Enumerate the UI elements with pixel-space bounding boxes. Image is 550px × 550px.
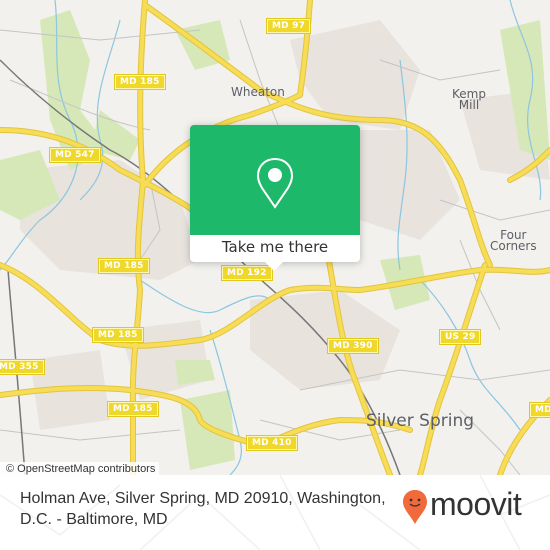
footer: Holman Ave, Silver Spring, MD 20910, Was…	[0, 475, 550, 550]
address-text: Holman Ave, Silver Spring, MD 20910, Was…	[20, 490, 386, 528]
road-shield: MD 547	[49, 147, 101, 163]
popup-header	[190, 125, 360, 235]
road-shield: MD 390	[327, 338, 379, 354]
take-me-there-button[interactable]: Take me there	[190, 235, 360, 262]
road-shield: MD 185	[114, 74, 166, 90]
moovit-wordmark: moovit	[430, 486, 522, 522]
road-shield: MD	[529, 402, 550, 418]
road-shield: MD 185	[107, 401, 159, 417]
place-label-kemp-mill: Kemp Mill	[452, 87, 486, 112]
map-view[interactable]: Wheaton Kemp Mill Four Corners Silver Sp…	[0, 0, 550, 475]
place-label-wheaton: Wheaton	[231, 85, 285, 99]
road-shield: MD 97	[265, 18, 312, 34]
road-shield: MD 410	[246, 435, 298, 451]
road-shield: MD 355	[0, 359, 45, 375]
location-popup: Take me there	[190, 125, 360, 271]
popup-pointer	[265, 262, 283, 271]
moovit-pin-icon	[403, 490, 427, 524]
road-shield: US 29	[438, 329, 482, 345]
location-pin-icon	[256, 157, 294, 209]
road-shield: MD 185	[98, 258, 150, 274]
map-attribution[interactable]: © OpenStreetMap contributors	[0, 462, 160, 475]
road-shield: MD 185	[92, 327, 144, 343]
place-label-silver-spring: Silver Spring	[366, 411, 475, 431]
place-label-four-corners: Four Corners	[490, 228, 537, 253]
